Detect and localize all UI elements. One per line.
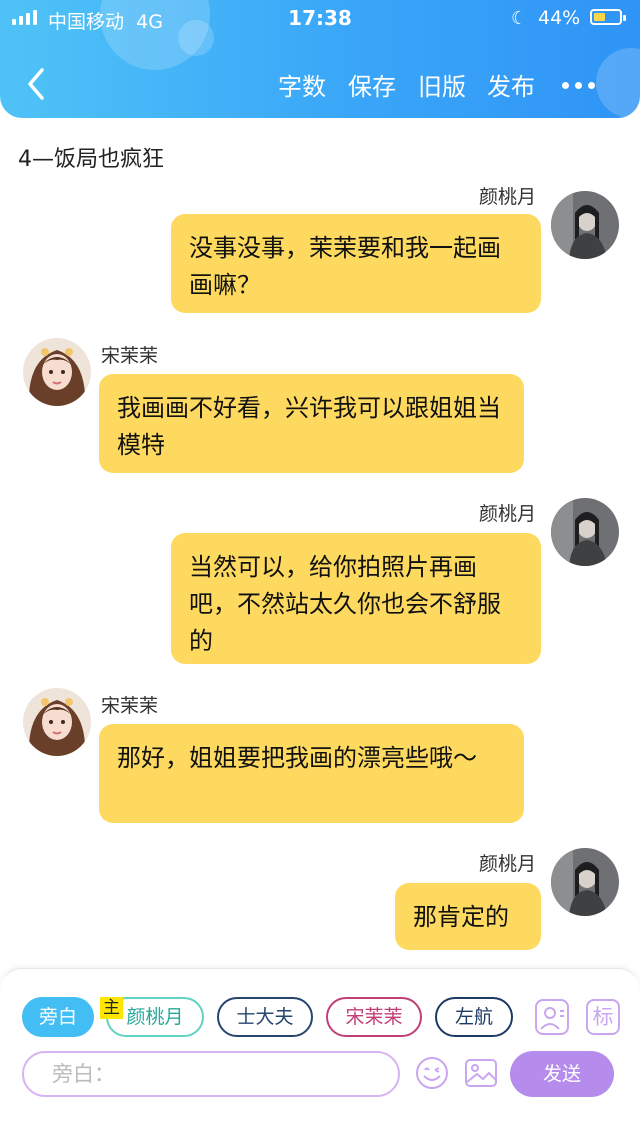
speaker-name: 宋茉茉 — [101, 345, 159, 367]
character-manage-icon[interactable] — [535, 999, 569, 1035]
avatar-songmomo[interactable] — [23, 688, 91, 756]
compose-panel: 旁白 颜桃月 主 士大夫 宋茉茉 左航 标 发送 — [0, 968, 640, 1140]
emoji-icon[interactable] — [414, 1055, 450, 1091]
publish-button[interactable]: 发布 — [487, 67, 535, 102]
narration-input-wrapper — [22, 1051, 400, 1097]
chat-area[interactable]: 颜桃月 没事没事，茉茉要和我一起画画嘛？ 宋茉茉 我画画不好看，兴许我可以跟姐姐… — [0, 185, 640, 968]
avatar-yantaoyue[interactable] — [551, 848, 619, 916]
chapter-title: 4—饭局也疯狂 — [18, 147, 164, 172]
role-chip-shidafu[interactable]: 士大夫 — [217, 997, 313, 1037]
role-chip-songmomo[interactable]: 宋茉茉 — [326, 997, 422, 1037]
old-version-button[interactable]: 旧版 — [418, 67, 466, 102]
message-bubble[interactable]: 我画画不好看，兴许我可以跟姐姐当模特 — [99, 374, 524, 473]
message-bubble[interactable]: 那肯定的 — [395, 883, 541, 950]
speaker-name: 颜桃月 — [478, 503, 536, 525]
speaker-name: 颜桃月 — [478, 186, 536, 208]
mark-button[interactable]: 标 — [586, 999, 620, 1035]
save-button[interactable]: 保存 — [348, 67, 396, 102]
role-chip-narration[interactable]: 旁白 — [22, 997, 94, 1037]
moon-icon: ☾ — [511, 8, 528, 29]
battery-icon — [590, 9, 626, 25]
avatar-yantaoyue[interactable] — [551, 498, 619, 566]
avatar-yantaoyue[interactable] — [551, 191, 619, 259]
battery-level — [594, 13, 605, 21]
back-icon[interactable] — [20, 62, 56, 106]
role-chip-zuohang[interactable]: 左航 — [435, 997, 513, 1037]
main-role-badge: 主 — [100, 997, 123, 1019]
more-options-icon[interactable] — [562, 82, 595, 89]
speaker-name: 颜桃月 — [478, 853, 536, 875]
message-bubble[interactable]: 没事没事，茉茉要和我一起画画嘛？ — [171, 214, 541, 313]
avatar-songmomo[interactable] — [23, 338, 91, 406]
send-button[interactable]: 发送 — [510, 1051, 614, 1097]
nav-bar: 字数 保存 旧版 发布 — [0, 58, 640, 108]
speaker-name: 宋茉茉 — [101, 695, 159, 717]
message-bubble[interactable]: 那好，姐姐要把我画的漂亮些哦～ — [99, 724, 524, 823]
app-header: 中国移动 4G 17:38 ☾ 44% 字数 保存 旧版 发布 — [0, 0, 640, 118]
word-count-button[interactable]: 字数 — [278, 67, 326, 102]
battery-percent: 44% — [538, 7, 581, 29]
image-icon[interactable] — [463, 1055, 499, 1091]
message-bubble[interactable]: 当然可以，给你拍照片再画吧，不然站太久你也会不舒服的 — [171, 533, 541, 664]
message-input[interactable] — [50, 1053, 374, 1095]
status-bar: 中国移动 4G 17:38 ☾ 44% — [0, 0, 640, 36]
